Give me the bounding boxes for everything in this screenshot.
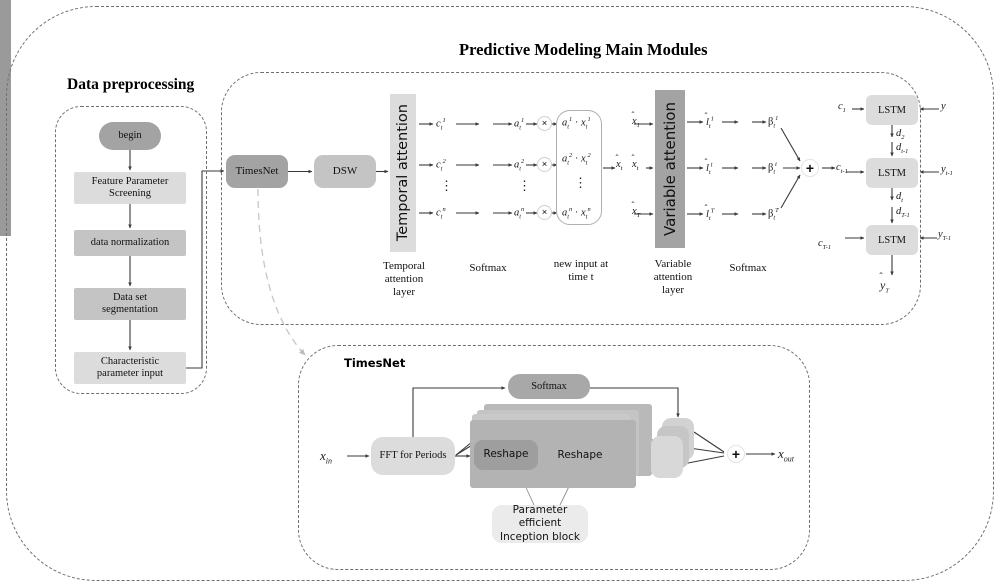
label-xhat-t-out: ̂ xt [616, 159, 623, 173]
caption-temporal-attention-layer: Temporal attention layer [383, 260, 425, 298]
temporal-attention-bar[interactable]: Temporal attention [390, 94, 416, 252]
lstm-cell-3[interactable]: LSTM [866, 225, 918, 255]
label-c-t-n: ctn [436, 206, 446, 221]
timesnet-reshape-node-1[interactable]: Reshape [474, 440, 538, 470]
node-data-normalization-label: data normalization [90, 237, 170, 249]
timesnet-fft-label: FFT for Periods [379, 450, 447, 462]
timesnet-cube-front [651, 436, 683, 478]
node-data-normalization[interactable]: data normalization [74, 230, 186, 256]
label-c-t-1: ct1 [436, 117, 446, 132]
node-characteristic-parameter-input-label: Characteristic parameter input [96, 356, 164, 379]
label-xhat-1: ̂ x1 [632, 116, 640, 130]
label-product-n: atn · xtn [562, 206, 591, 221]
timesnet-reshape-label-2: Reshape [557, 449, 603, 462]
timesnet-sum-node: + [727, 445, 745, 463]
label-lhat-T: ̂ ltT [706, 207, 715, 222]
label-x-in: xin [320, 448, 333, 466]
lstm-cell-3-label: LSTM [877, 234, 906, 246]
multiply-icon-1: × [537, 116, 552, 131]
node-feature-parameter-screening[interactable]: Feature Parameter Screening [74, 172, 186, 204]
preprocessing-title: Data preprocessing [67, 76, 195, 93]
lstm-cell-2-label: LSTM [877, 167, 906, 179]
caption-new-input-at-time-t: new input at time t [553, 258, 609, 283]
label-a-t-n: atn [514, 206, 525, 221]
node-timesnet[interactable]: TimesNet [226, 155, 288, 188]
label-product-2: at2 · xt2 [562, 152, 591, 167]
label-a-t-2: at2 [514, 158, 525, 173]
label-beta-T: βtT [768, 207, 779, 222]
multiply-icon-2: × [537, 157, 552, 172]
node-begin[interactable]: begin [99, 122, 161, 150]
multiply-icon-3: × [537, 205, 552, 220]
temporal-attention-bar-label: Temporal attention [395, 104, 411, 242]
label-yhat-T: ̂ yT [880, 278, 889, 295]
caption-variable-attention-layer: Variable attention layer [653, 258, 693, 296]
label-d-t: dt [896, 191, 904, 205]
timesnet-fft-node[interactable]: FFT for Periods [371, 437, 455, 475]
lstm-cell-1[interactable]: LSTM [866, 95, 918, 125]
dots-c-column: ⋮ [440, 178, 453, 193]
timesnet-inception-node[interactable]: Parameter efficient Inception block [492, 504, 588, 543]
sum-node: + [801, 159, 819, 177]
label-a-t-1: at1 [514, 117, 525, 132]
node-data-set-segmentation[interactable]: Data set segmentation [74, 288, 186, 320]
dots-product-column: ⋮ [574, 175, 587, 190]
label-beta-t: βtt [768, 161, 777, 176]
caption-softmax-variable: Softmax [729, 262, 767, 274]
node-data-set-segmentation-label: Data set segmentation [102, 292, 158, 315]
node-dsw-label: DSW [332, 165, 358, 178]
dots-a-column: ⋮ [518, 178, 531, 193]
page-title: Predictive Modeling Main Modules [459, 40, 708, 59]
label-c-T-minus-1: cT-1 [818, 238, 832, 252]
label-d-2: d2 [896, 128, 905, 142]
node-dsw[interactable]: DSW [314, 155, 376, 188]
node-begin-label: begin [118, 130, 142, 142]
lstm-cell-2[interactable]: LSTM [866, 158, 918, 188]
caption-softmax-temporal: Softmax [469, 262, 507, 274]
label-y: y [941, 101, 946, 112]
variable-attention-bar-label: Variable attention [661, 102, 679, 236]
label-c-1: c1 [838, 101, 846, 115]
label-d-T-minus-1: dT-1 [896, 206, 910, 220]
label-x-out: xout [778, 446, 795, 464]
node-characteristic-parameter-input[interactable]: Characteristic parameter input [74, 352, 186, 384]
node-timesnet-label: TimesNet [235, 165, 279, 178]
label-product-1: at1 · xt1 [562, 116, 591, 131]
timesnet-softmax-node[interactable]: Softmax [508, 374, 590, 399]
label-xhat-t: ̂ xt [632, 159, 639, 173]
label-d-t-minus-1: dt-1 [896, 142, 909, 156]
label-y-T-minus-1: yT-1 [938, 229, 952, 243]
node-feature-parameter-screening-label: Feature Parameter Screening [91, 176, 169, 199]
timesnet-title: TimesNet [344, 356, 406, 370]
lstm-cell-1-label: LSTM [877, 104, 906, 116]
label-y-t-minus-1: yt-1 [941, 164, 953, 178]
timesnet-softmax-label: Softmax [531, 380, 567, 392]
variable-attention-bar[interactable]: Variable attention [655, 90, 685, 248]
label-c-t-2: ct2 [436, 158, 446, 173]
label-c-t-minus-1-out: ct-1 [836, 162, 848, 176]
timesnet-reshape-label-1: Reshape [483, 448, 529, 461]
diagram-canvas: Predictive Modeling Main Modules Data pr… [0, 0, 1000, 587]
label-beta-1: βt1 [768, 115, 779, 130]
timesnet-reshape-node-2[interactable]: Reshape [548, 444, 612, 468]
label-lhat-t: ̂ ltt [706, 161, 713, 176]
label-xhat-T: ̂ xT [632, 206, 641, 220]
label-lhat-1: ̂ lt1 [706, 115, 714, 130]
timesnet-inception-label: Parameter efficient Inception block [500, 504, 580, 543]
